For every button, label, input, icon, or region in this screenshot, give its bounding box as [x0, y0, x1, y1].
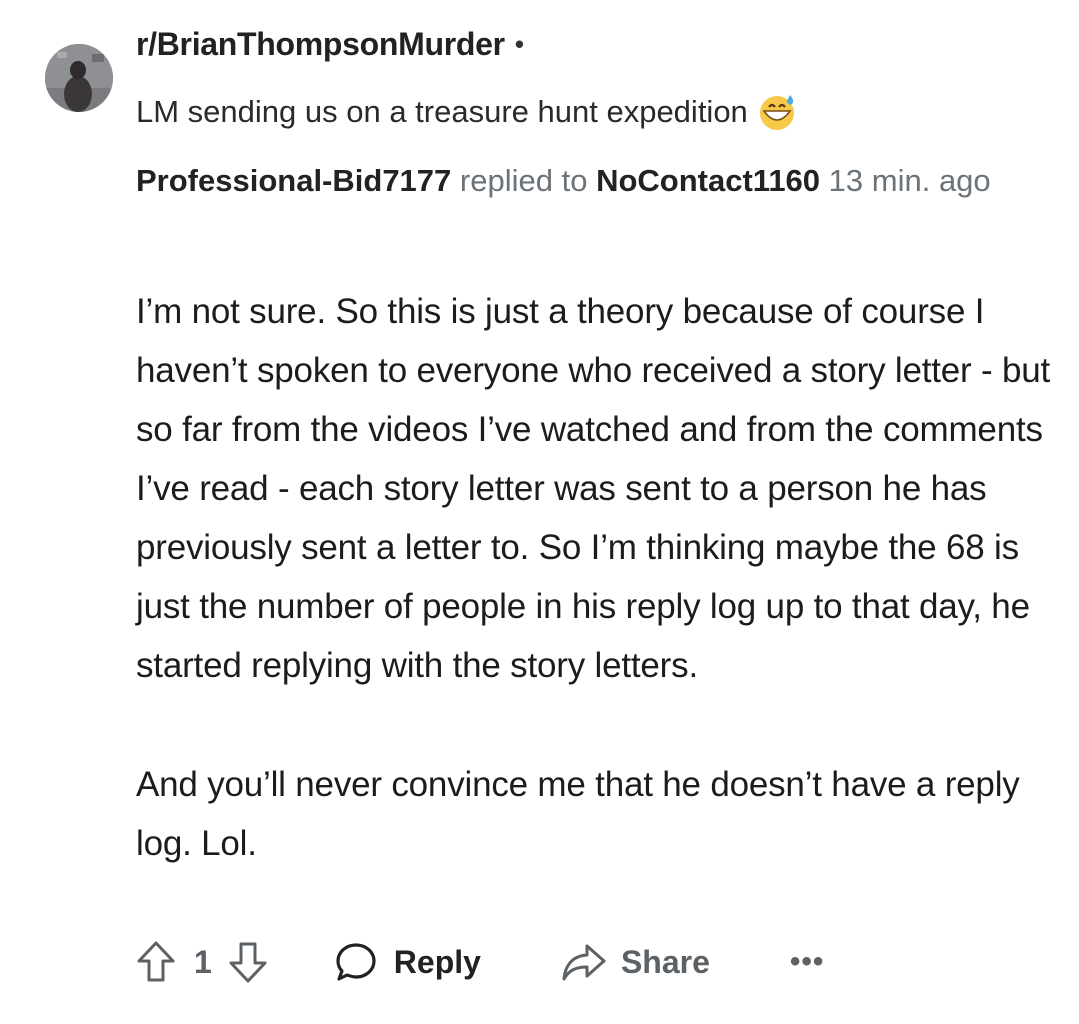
comment-body: I’m not sure. So this is just a theory b… [136, 282, 1051, 873]
reply-label: Reply [393, 943, 481, 980]
reply-author[interactable]: Professional-Bid7177 [136, 163, 451, 198]
speech-bubble-icon [334, 940, 378, 984]
subreddit-row: r/BrianThompsonMurder • [136, 24, 524, 64]
upvote-button[interactable] [136, 940, 176, 984]
action-bar: 1 Reply Share ••• [136, 936, 824, 988]
parent-author[interactable]: NoContact1160 [596, 163, 820, 198]
more-options-label: ••• [789, 945, 825, 978]
timestamp: 13 min. ago [828, 163, 991, 198]
grinning-face-with-sweat-emoji-icon [758, 93, 796, 131]
vote-count: 1 [194, 943, 212, 980]
reply-meta: Professional-Bid7177 replied to NoContac… [136, 158, 1036, 203]
replied-to-text: replied to [459, 163, 588, 198]
post-title-row[interactable]: LM sending us on a treasure hunt expedit… [136, 90, 796, 134]
subreddit-avatar[interactable] [45, 44, 113, 112]
reply-button[interactable]: Reply [334, 940, 481, 984]
separator-dot: • [514, 28, 524, 59]
comment-paragraph-2: And you’ll never convince me that he doe… [136, 765, 1020, 863]
downvote-button[interactable] [228, 940, 268, 984]
arrow-up-icon [136, 940, 176, 984]
post-title: LM sending us on a treasure hunt expedit… [136, 94, 748, 129]
comment-paragraph-1: I’m not sure. So this is just a theory b… [136, 292, 1051, 685]
share-arrow-icon [561, 942, 607, 982]
share-button[interactable]: Share [561, 942, 710, 982]
share-label: Share [620, 943, 710, 980]
arrow-down-icon [228, 940, 268, 984]
more-options-button[interactable]: ••• [790, 945, 825, 979]
subreddit-name[interactable]: r/BrianThompsonMurder [136, 26, 505, 63]
reply-notification: r/BrianThompsonMurder • LM sending us on… [0, 0, 1079, 1024]
